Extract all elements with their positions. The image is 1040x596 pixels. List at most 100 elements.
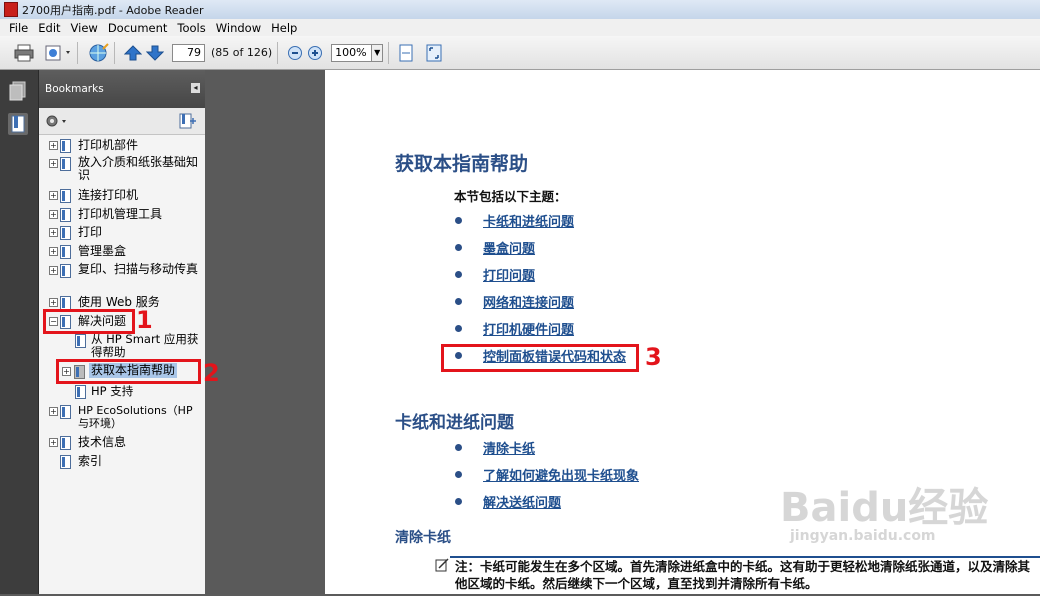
annotation-number-1: 1	[136, 306, 153, 334]
expand-icon[interactable]: +	[49, 266, 58, 275]
topic-link[interactable]: 墨盒问题	[483, 238, 535, 257]
toolbar-separator	[77, 41, 78, 64]
bookmark-page-icon	[60, 455, 71, 469]
bullet-icon	[455, 271, 462, 278]
bullet-icon	[455, 298, 462, 305]
bookmark-page-icon	[60, 226, 71, 240]
topic-link[interactable]: 解决送纸问题	[483, 492, 561, 511]
baidu-watermark: Baidu经验	[780, 485, 989, 531]
toolbar-separator	[277, 41, 279, 64]
menu-document[interactable]: Document	[108, 21, 168, 35]
zoom-level-input[interactable]: 100%	[331, 43, 373, 62]
full-screen-icon	[426, 44, 442, 61]
bullet-icon	[455, 471, 462, 478]
bookmarks-header: Bookmarks ◂	[39, 70, 206, 108]
fit-page-button[interactable]	[398, 42, 414, 64]
intro-text: 本节包括以下主题：	[454, 189, 567, 204]
arrow-down-icon	[146, 45, 164, 61]
expand-icon[interactable]: +	[49, 247, 58, 256]
bookmark-page-icon	[75, 385, 86, 399]
annotation-box-3	[441, 344, 639, 372]
zoom-in-icon	[308, 45, 323, 60]
pdf-app-icon	[4, 2, 18, 17]
annotation-box-1	[43, 309, 135, 334]
search-web-button[interactable]	[87, 42, 109, 64]
bookmark-page-icon	[60, 405, 71, 419]
page-heading: 获取本指南帮助	[395, 153, 529, 175]
note-text: 注：卡纸可能发生在多个区域。首先清除进纸盒中的卡纸。这有助于更轻松地清除纸张通道…	[455, 559, 1031, 591]
expand-icon[interactable]: +	[49, 298, 58, 307]
bookmark-page-icon	[60, 208, 71, 222]
panel-splitter[interactable]	[205, 70, 325, 594]
zoom-in-button[interactable]	[307, 42, 323, 64]
document-page: 获取本指南帮助 本节包括以下主题： 卡纸和进纸问题 墨盒问题 打印问题 网络和连…	[325, 70, 1040, 594]
topic-link[interactable]: 打印问题	[483, 265, 535, 284]
menu-view[interactable]: View	[71, 21, 98, 35]
print-icon	[14, 44, 34, 61]
toolbar-separator	[388, 41, 390, 64]
topic-link[interactable]: 了解如何避免出现卡纸现象	[483, 465, 639, 484]
note-pencil-icon	[435, 558, 449, 572]
navigation-strip	[0, 70, 38, 594]
menu-bar: File Edit View Document Tools Window Hel…	[0, 19, 1040, 36]
collapse-panel-icon[interactable]: ◂	[191, 83, 200, 93]
zoom-dropdown-icon[interactable]: ▼	[372, 43, 384, 62]
page-number-input[interactable]: 79	[172, 43, 205, 62]
bookmark-page-icon	[60, 296, 71, 310]
bookmark-page-icon	[60, 436, 71, 450]
pages-icon	[9, 81, 26, 101]
bookmark-page-icon	[60, 245, 71, 259]
bookmark-page-icon	[75, 334, 86, 348]
menu-edit[interactable]: Edit	[38, 21, 60, 35]
expand-icon[interactable]: +	[49, 191, 58, 200]
expand-icon[interactable]: +	[49, 159, 58, 168]
bookmark-icon	[11, 115, 25, 133]
bullet-icon	[455, 325, 462, 332]
share-icon	[45, 45, 70, 60]
bookmark-page-icon	[60, 189, 71, 203]
bookmarks-toolbar	[39, 108, 206, 135]
topic-link[interactable]: 清除卡纸	[483, 438, 535, 457]
bullet-icon	[455, 444, 462, 451]
options-gear-icon[interactable]	[45, 114, 69, 128]
menu-help[interactable]: Help	[271, 21, 297, 35]
next-page-button[interactable]	[146, 42, 164, 64]
menu-file[interactable]: File	[9, 21, 28, 35]
zoom-out-button[interactable]	[287, 42, 303, 64]
menu-window[interactable]: Window	[216, 21, 261, 35]
arrow-up-icon	[124, 44, 142, 60]
new-bookmark-icon[interactable]	[178, 113, 198, 129]
pages-tab[interactable]	[8, 80, 28, 102]
bullet-icon	[455, 244, 462, 251]
watermark-url: jingyan.baidu.com	[790, 528, 936, 544]
expand-icon[interactable]: +	[49, 141, 58, 150]
title-bar: 2700用户指南.pdf - Adobe Reader	[0, 0, 1040, 19]
expand-icon[interactable]: +	[49, 210, 58, 219]
expand-icon[interactable]: +	[49, 407, 58, 416]
annotation-number-3: 3	[645, 343, 662, 371]
zoom-out-icon	[288, 45, 303, 60]
toolbar: 79 (85 of 126) 100% ▼	[0, 36, 1040, 70]
annotation-number-2: 2	[203, 359, 220, 387]
topic-link[interactable]: 打印机硬件问题	[483, 319, 574, 338]
bullet-icon	[455, 498, 462, 505]
print-button[interactable]	[14, 42, 34, 64]
window-title: 2700用户指南.pdf - Adobe Reader	[22, 3, 204, 17]
topic-link[interactable]: 网络和连接问题	[483, 292, 574, 311]
bullet-icon	[455, 217, 462, 224]
bookmarks-tab[interactable]	[8, 113, 28, 135]
bookmark-page-icon	[60, 264, 71, 278]
bookmarks-title: Bookmarks	[45, 83, 104, 95]
share-button[interactable]	[44, 42, 72, 64]
full-screen-button[interactable]	[426, 42, 442, 64]
subsection-heading: 清除卡纸	[395, 530, 451, 546]
page-count: (85 of 126)	[211, 46, 273, 59]
topic-link[interactable]: 卡纸和进纸问题	[483, 211, 574, 230]
expand-icon[interactable]: +	[49, 438, 58, 447]
expand-icon[interactable]: +	[49, 228, 58, 237]
toolbar-separator	[114, 41, 115, 64]
menu-tools[interactable]: Tools	[177, 21, 205, 35]
previous-page-button[interactable]	[124, 42, 142, 64]
bookmark-page-icon	[60, 157, 71, 171]
bookmark-page-icon	[60, 139, 71, 153]
